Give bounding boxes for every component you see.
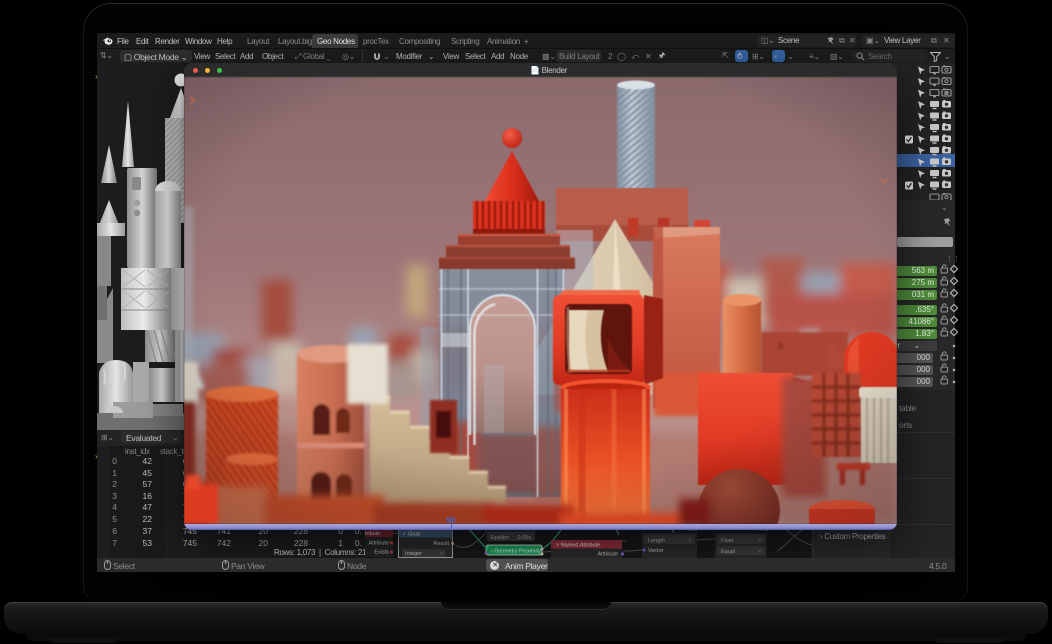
svg-text:Length: Length — [648, 538, 665, 544]
svg-text:0.05s: 0.05s — [518, 535, 532, 541]
svg-text:Equal: Equal — [721, 549, 735, 555]
svg-text:Float: Float — [721, 538, 734, 544]
svg-text:˅: ˅ — [688, 538, 691, 544]
svg-text:Vector: Vector — [648, 548, 664, 554]
svg-text:˅ Named Attribute: ˅ Named Attribute — [556, 543, 600, 549]
svg-text:✓ Goal: ✓ Goal — [402, 532, 420, 538]
svg-text:˅: ˅ — [758, 538, 761, 544]
svg-text:˅: ˅ — [440, 551, 443, 557]
svg-text:Epsilon: Epsilon — [491, 535, 509, 541]
svg-text:Result: Result — [433, 541, 449, 547]
svg-text:Attribute: Attribute — [369, 541, 389, 547]
svg-text:Exists: Exists — [374, 550, 389, 556]
svg-text:Attribute: Attribute — [598, 552, 618, 558]
svg-text:tribute: tribute — [365, 531, 380, 537]
svg-text:˅: ˅ — [758, 549, 761, 555]
svg-text:Integer: Integer — [405, 551, 422, 557]
svg-text:› Geometry Proximity: › Geometry Proximity — [491, 549, 541, 555]
